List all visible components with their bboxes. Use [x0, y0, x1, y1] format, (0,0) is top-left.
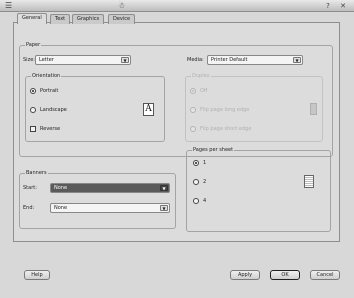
settings-notebook: General Text Graphics Device Paper Size:… — [13, 13, 340, 242]
duplex-off-radio[interactable] — [190, 88, 196, 94]
pages-2-label: 2 — [203, 179, 207, 185]
duplex-long-edge-label: Flip page long edge — [200, 107, 250, 113]
size-combo[interactable]: Letter ▼ — [35, 55, 131, 65]
size-label: Size: — [23, 57, 35, 63]
banner-end-value: None — [54, 205, 68, 211]
apply-button[interactable]: Apply — [230, 270, 260, 280]
chevron-down-icon: ▼ — [160, 205, 168, 211]
orientation-group: Orientation Portrait Landscape Reverse A — [25, 73, 165, 142]
title-bar: ☰ ☃ ? ✕ — [0, 0, 354, 12]
duplex-group: Duplex Off Flip page long edge Flip page… — [185, 73, 323, 142]
pages-4-radio[interactable] — [193, 198, 199, 204]
tab-text[interactable]: Text — [50, 14, 71, 24]
landscape-radio[interactable] — [30, 107, 36, 113]
page-layout-preview-icon — [304, 175, 314, 188]
paper-group: Paper Size: Letter ▼ Media: Printer Defa… — [19, 42, 333, 157]
pages-per-sheet-group: Pages per sheet 1 2 4 — [186, 147, 331, 232]
app-icon: ☃ — [118, 1, 126, 10]
banners-group: Banners Start: None ▼ End: None ▼ — [19, 170, 176, 229]
ok-button[interactable]: OK — [270, 270, 300, 280]
duplex-long-edge-radio[interactable] — [190, 107, 196, 113]
cancel-button[interactable]: Cancel — [310, 270, 340, 280]
help-icon[interactable]: ? — [322, 1, 334, 11]
pages-per-sheet-title: Pages per sheet — [192, 147, 235, 154]
landscape-label: Landscape — [40, 107, 67, 113]
media-label: Media: — [187, 57, 204, 63]
orientation-group-title: Orientation — [31, 73, 62, 80]
paper-group-title: Paper — [25, 42, 42, 49]
pages-2-radio[interactable] — [193, 179, 199, 185]
close-icon[interactable]: ✕ — [337, 1, 349, 11]
help-button[interactable]: Help — [24, 270, 50, 280]
banner-start-label: Start: — [23, 185, 37, 191]
reverse-label: Reverse — [40, 126, 61, 132]
duplex-group-title: Duplex — [191, 73, 211, 80]
chevron-down-icon: ▼ — [121, 57, 129, 63]
duplex-off-label: Off — [200, 88, 208, 94]
orientation-preview-icon: A — [143, 103, 154, 116]
tab-graphics[interactable]: Graphics — [72, 14, 105, 24]
pages-4-label: 4 — [203, 198, 207, 204]
pages-1-label: 1 — [203, 160, 207, 166]
duplex-short-edge-label: Flip page short edge — [200, 126, 252, 132]
banner-start-combo[interactable]: None ▼ — [50, 183, 170, 193]
chevron-down-icon: ▼ — [160, 185, 168, 191]
duplex-short-edge-radio[interactable] — [190, 126, 196, 132]
media-combo[interactable]: Printer Default ▼ — [207, 55, 303, 65]
banner-end-label: End: — [23, 205, 35, 211]
portrait-label: Portrait — [40, 88, 59, 94]
portrait-radio[interactable] — [30, 88, 36, 94]
tab-device[interactable]: Device — [108, 14, 136, 24]
pages-1-radio[interactable] — [193, 160, 199, 166]
size-value: Letter — [39, 57, 54, 63]
banner-end-combo[interactable]: None ▼ — [50, 203, 170, 213]
banner-start-value: None — [54, 185, 68, 191]
media-value: Printer Default — [211, 57, 248, 63]
tab-general[interactable]: General — [17, 13, 47, 24]
reverse-checkbox[interactable] — [30, 126, 36, 132]
chevron-down-icon: ▼ — [293, 57, 301, 63]
banners-group-title: Banners — [25, 170, 48, 177]
window-menu-icon[interactable]: ☰ — [5, 0, 12, 12]
duplex-preview-icon — [310, 103, 317, 115]
